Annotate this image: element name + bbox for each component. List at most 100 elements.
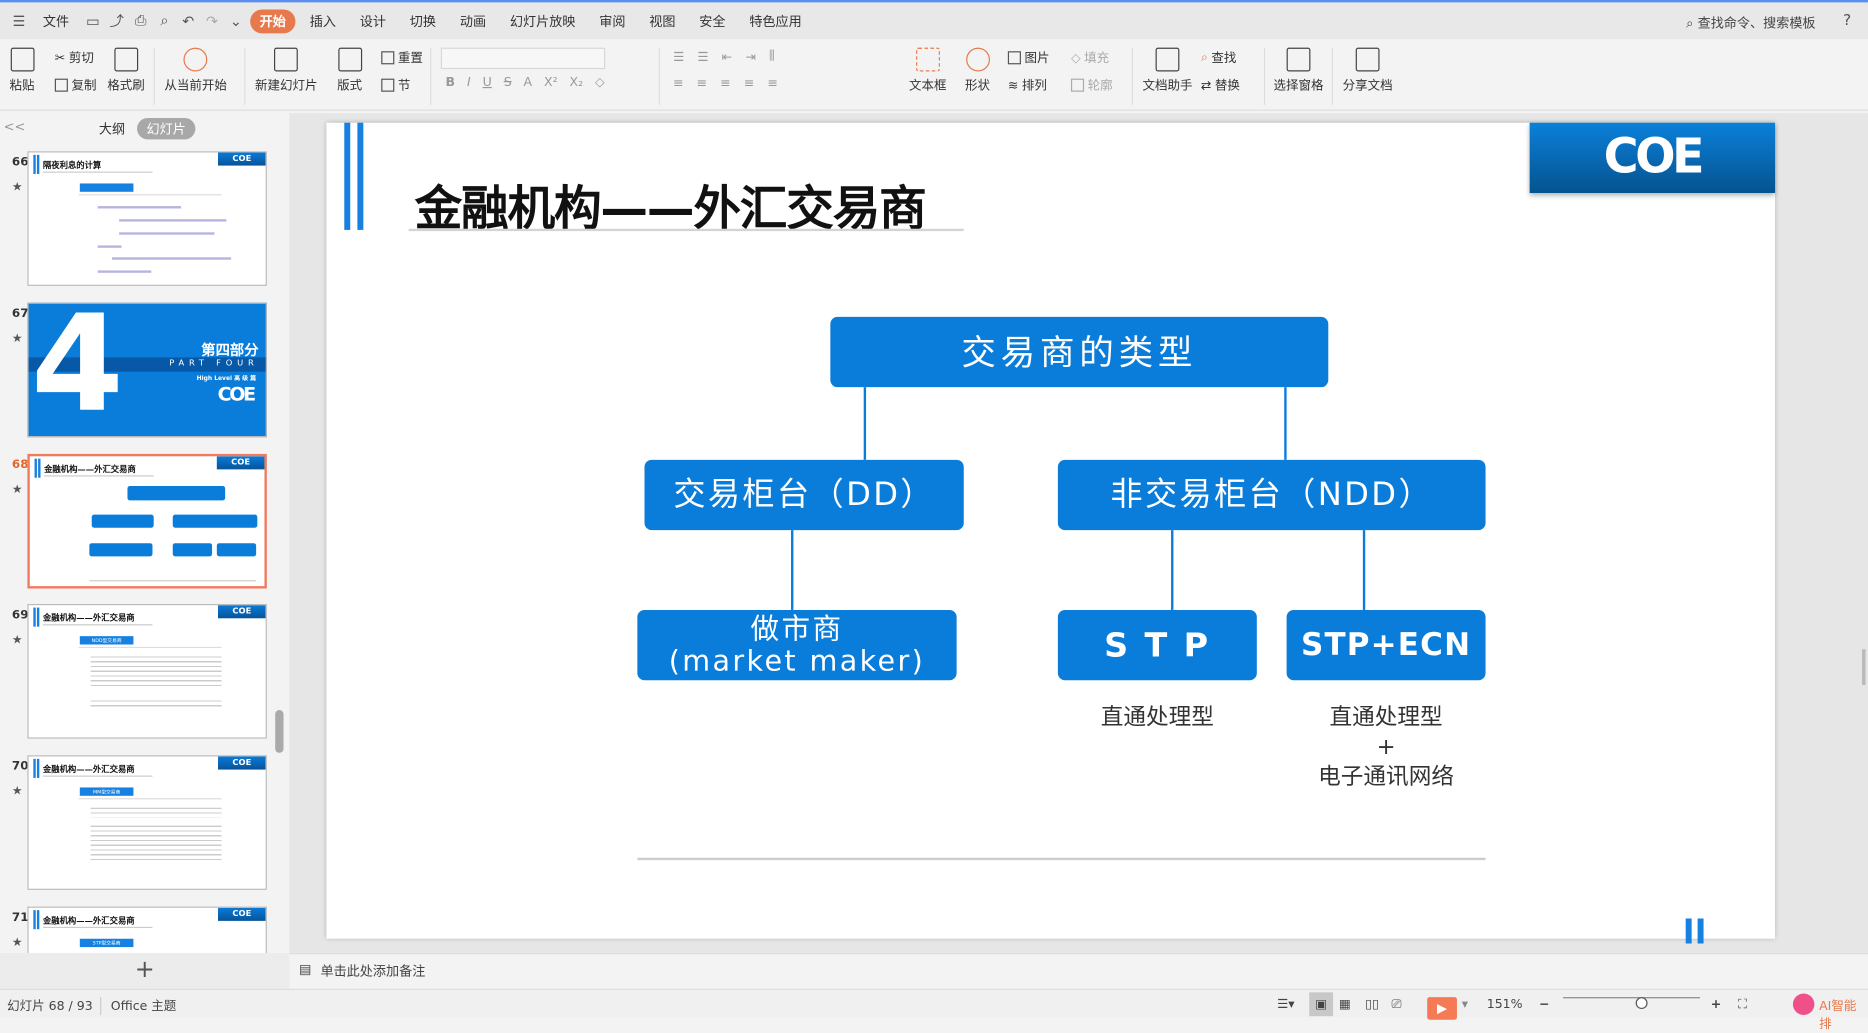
zoom-in-button[interactable]: + bbox=[1711, 997, 1721, 1011]
bullets-icon[interactable]: ☰ bbox=[673, 49, 684, 63]
slide-thumbnail-70[interactable]: 金融机构——外汇交易商 COE MM型交易商 bbox=[27, 755, 267, 890]
section-button[interactable]: 节 bbox=[381, 76, 410, 94]
slideshow-play-button[interactable]: ▶ bbox=[1427, 997, 1457, 1020]
slide-thumbnail-71[interactable]: 金融机构——外汇交易商 COE STP型交易商 bbox=[27, 906, 267, 954]
tab-special[interactable]: 特色应用 bbox=[740, 9, 811, 33]
align-left-icon[interactable]: ≡ bbox=[673, 76, 683, 90]
text-direction-icon[interactable]: ⫼ bbox=[769, 49, 775, 64]
print-preview-icon[interactable]: ⌕ bbox=[155, 11, 174, 30]
file-menu[interactable]: 文件 bbox=[33, 9, 78, 33]
stp-description[interactable]: 直通处理型 bbox=[1058, 703, 1257, 733]
font-name-select[interactable] bbox=[440, 47, 606, 70]
outdent-icon[interactable]: ⇤ bbox=[722, 49, 732, 63]
play-dropdown-icon[interactable]: ▾ bbox=[1462, 997, 1468, 1011]
reading-view-icon[interactable]: ▯▯ bbox=[1365, 997, 1379, 1011]
command-search[interactable]: ⌕ 查找命令、搜索模板 bbox=[1686, 13, 1815, 32]
tab-security[interactable]: 安全 bbox=[690, 9, 735, 33]
tab-outline[interactable]: 大纲 bbox=[99, 119, 125, 138]
doc-assistant-button[interactable]: 文档助手 bbox=[1142, 47, 1192, 94]
find-button[interactable]: ⌕ 查找 bbox=[1201, 49, 1237, 67]
indent-icon[interactable]: ⇥ bbox=[745, 49, 755, 63]
zoom-slider-handle[interactable] bbox=[1635, 997, 1648, 1010]
slide-scrollbar[interactable] bbox=[1862, 649, 1866, 685]
normal-view-icon[interactable]: ▣ bbox=[1309, 992, 1334, 1017]
hamburger-icon[interactable]: ☰ bbox=[10, 11, 29, 30]
star-icon[interactable]: ★ bbox=[12, 332, 23, 345]
numbering-icon[interactable]: ☰ bbox=[697, 49, 708, 63]
replace-button[interactable]: ⇄ 替换 bbox=[1201, 76, 1240, 94]
tab-transition[interactable]: 切换 bbox=[400, 9, 445, 33]
slide-canvas[interactable]: 金融机构——外汇交易商 COE 交易商的类型 交易柜台（DD） 非交易柜台（ND… bbox=[326, 122, 1776, 944]
ecn-description[interactable]: 直通处理型 + 电子通讯网络 bbox=[1287, 703, 1486, 792]
new-slide-button[interactable]: 新建幻灯片 bbox=[255, 47, 317, 94]
tab-insert[interactable]: 插入 bbox=[300, 9, 345, 33]
zoom-out-button[interactable]: − bbox=[1539, 997, 1549, 1011]
reset-button[interactable]: 重置 bbox=[381, 49, 423, 67]
strikethrough-icon[interactable]: S bbox=[504, 75, 512, 89]
ai-icon[interactable] bbox=[1792, 993, 1815, 1015]
tab-animation[interactable]: 动画 bbox=[450, 9, 495, 33]
font-color-icon[interactable]: A bbox=[524, 75, 533, 89]
dealer-types-box[interactable]: 交易商的类型 bbox=[830, 316, 1329, 388]
tab-view[interactable]: 视图 bbox=[640, 9, 685, 33]
star-icon[interactable]: ★ bbox=[12, 785, 23, 798]
distribute-icon[interactable]: ≡ bbox=[767, 76, 777, 90]
subscript-icon[interactable]: X₂ bbox=[570, 75, 584, 89]
slide-thumbnail-69[interactable]: 金融机构——外汇交易商 COE NDD型交易商 bbox=[27, 603, 267, 739]
thumbnail-scrollbar[interactable] bbox=[275, 710, 284, 753]
format-painter-button[interactable]: 格式刷 bbox=[107, 47, 145, 94]
star-icon[interactable]: ★ bbox=[12, 936, 23, 949]
outline-button[interactable]: 轮廓 bbox=[1070, 76, 1113, 94]
shape-button[interactable]: 形状 bbox=[965, 47, 990, 94]
ndd-box[interactable]: 非交易柜台（NDD） bbox=[1057, 459, 1486, 531]
play-from-current-button[interactable]: 从当前开始 bbox=[164, 47, 227, 94]
export-icon[interactable]: ⤴ bbox=[107, 11, 126, 30]
underline-icon[interactable]: U bbox=[483, 75, 492, 89]
tab-design[interactable]: 设计 bbox=[350, 9, 395, 33]
notes-toggle-icon[interactable]: ☰▾ bbox=[1277, 997, 1294, 1011]
tab-slideshow[interactable]: 幻灯片放映 bbox=[500, 9, 585, 33]
customize-chevron-icon[interactable]: ⌄ bbox=[226, 11, 245, 30]
justify-icon[interactable]: ≡ bbox=[744, 76, 754, 90]
slide-thumbnail-66[interactable]: 隔夜利息的计算 COE bbox=[27, 151, 267, 286]
dd-box[interactable]: 交易柜台（DD） bbox=[644, 459, 964, 531]
cut-button[interactable]: ✂ 剪切 bbox=[55, 49, 94, 67]
collapse-panel-button[interactable]: << bbox=[4, 119, 26, 134]
eraser-icon[interactable]: ◇ bbox=[595, 75, 605, 89]
redo-icon[interactable]: ↷ bbox=[203, 11, 222, 30]
arrange-button[interactable]: ≋ 排列 bbox=[1008, 76, 1047, 94]
selection-pane-button[interactable]: 选择窗格 bbox=[1273, 47, 1324, 94]
ai-layout-button[interactable]: AI智能排 bbox=[1819, 997, 1868, 1033]
star-icon[interactable]: ★ bbox=[12, 634, 23, 647]
paste-button[interactable]: 粘贴 bbox=[10, 47, 35, 94]
theme-name[interactable]: Office 主题 bbox=[100, 997, 176, 1015]
text-box-button[interactable]: 文本框 bbox=[909, 47, 946, 94]
layout-button[interactable]: 版式 bbox=[337, 47, 362, 94]
slide-thumbnail-67[interactable]: 4 第四部分 PART FOUR High Level 高 级 篇 COE bbox=[27, 302, 267, 438]
slide-thumbnail-68[interactable]: 金融机构——外汇交易商 COE bbox=[27, 453, 267, 589]
coe-logo[interactable]: COE bbox=[1529, 122, 1776, 193]
zoom-level[interactable]: 151% bbox=[1487, 997, 1523, 1011]
presenter-icon[interactable]: ⎚ bbox=[1391, 997, 1401, 1012]
add-slide-button[interactable]: + bbox=[0, 953, 290, 989]
italic-icon[interactable]: I bbox=[467, 75, 471, 89]
undo-icon[interactable]: ↶ bbox=[179, 11, 198, 30]
market-maker-box[interactable]: 做市商 (market maker) bbox=[637, 609, 957, 681]
star-icon[interactable]: ★ bbox=[12, 181, 23, 194]
copy-button[interactable]: 复制 bbox=[54, 76, 96, 94]
bold-icon[interactable]: B bbox=[446, 75, 456, 89]
fill-button[interactable]: ◇ 填充 bbox=[1071, 49, 1109, 67]
superscript-icon[interactable]: X² bbox=[544, 75, 558, 89]
tab-slides[interactable]: 幻灯片 bbox=[136, 117, 196, 140]
align-right-icon[interactable]: ≡ bbox=[720, 76, 730, 90]
notes-pane[interactable]: ▤ 单击此处添加备注 bbox=[289, 953, 1868, 987]
star-icon[interactable]: ★ bbox=[12, 484, 23, 497]
print-icon[interactable]: ⎙ bbox=[131, 11, 150, 30]
fit-window-icon[interactable]: ⛶ bbox=[1738, 997, 1747, 1012]
share-button[interactable]: 分享文档 bbox=[1343, 47, 1393, 94]
picture-button[interactable]: 图片 bbox=[1007, 49, 1050, 67]
zoom-slider[interactable] bbox=[1562, 997, 1700, 999]
tab-review[interactable]: 审阅 bbox=[590, 9, 635, 33]
tab-home[interactable]: 开始 bbox=[250, 8, 296, 33]
save-icon[interactable]: ▭ bbox=[83, 11, 102, 30]
